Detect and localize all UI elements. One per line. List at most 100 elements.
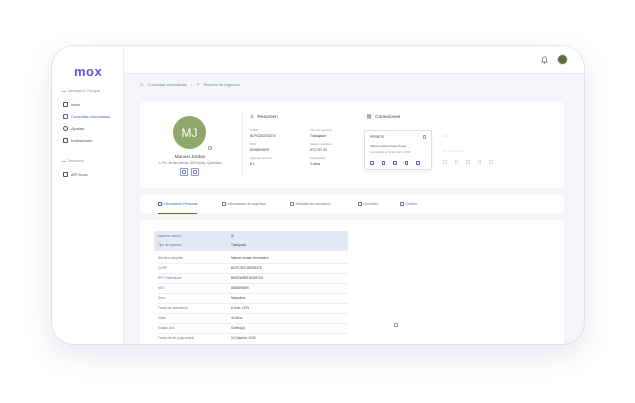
- table-row: Fecha de últ. pago actual 10 Octubre, 20…: [158, 334, 348, 342]
- conexiones-title: Conexiones: [375, 115, 401, 120]
- field-value: $73,767.00: [310, 147, 327, 152]
- trend-icon: [454, 160, 458, 164]
- field-label: Salario mensual: [310, 142, 332, 146]
- row-value: Trabajador: [231, 243, 247, 247]
- field-value: BLPS230378376: [250, 133, 276, 138]
- bell-icon[interactable]: [541, 56, 548, 64]
- card-icon: [400, 202, 404, 206]
- table-row: RFC Homoclave BMS2WR5TMVBE705: [158, 274, 348, 282]
- row-divider: [158, 312, 348, 313]
- sidebar-item-label: Invitaciones: [71, 138, 93, 143]
- view-profile-button[interactable]: [180, 168, 188, 176]
- tab-historial-cotizacion[interactable]: Historial de cotización: [290, 194, 330, 214]
- connection-name: SAT: [443, 134, 450, 138]
- table-row: Fecha de nacimiento 8 Julio, 1979: [158, 304, 348, 312]
- tab-credito[interactable]: Crédito: [400, 194, 417, 214]
- user-avatar[interactable]: [557, 54, 568, 65]
- users-icon: [63, 138, 68, 143]
- row-value: BMS2WR5TMVBE705: [231, 276, 264, 280]
- person-icon[interactable]: [370, 161, 374, 165]
- row-divider: [158, 282, 348, 283]
- connection-card-inactive[interactable]: SAT Sin conexión aún: [438, 130, 504, 170]
- dollar-icon[interactable]: [393, 161, 397, 165]
- building-icon[interactable]: [404, 161, 408, 165]
- field-nss: NSS 8006893699: [250, 142, 269, 152]
- tab-informacion-ingresos[interactable]: Información de Ingresos: [222, 194, 266, 214]
- sidebar-item-ajustes[interactable]: Ajustes: [61, 124, 119, 133]
- field-value: 2 años: [310, 161, 321, 166]
- row-key: RFC Homoclave: [158, 276, 182, 280]
- app-logo[interactable]: mox: [74, 64, 102, 79]
- back-icon[interactable]: ◷: [140, 82, 144, 87]
- field-curp: CURP BLPS230378376: [250, 128, 276, 138]
- personal-info-card: Ingresos activos Si Tipo de ingresos Tra…: [140, 220, 564, 344]
- row-divider: [158, 302, 348, 303]
- connection-actions: [370, 161, 420, 165]
- field-value: Trabajador: [310, 133, 327, 138]
- tab-label: Crédito: [405, 202, 418, 206]
- tab-label: Domicilio: [363, 202, 379, 206]
- field-tipo-ingresos: Tipo de ingresos Trabajador: [310, 128, 332, 138]
- connection-name: PERIETE: [370, 135, 385, 139]
- edit-icon[interactable]: [422, 135, 426, 139]
- table-row: Nombre completo Manuel Jordan Hernandez: [158, 254, 348, 262]
- profile-avatar: MJ: [173, 116, 206, 149]
- field-antiguedad: Antigüedad 2 años: [310, 156, 325, 166]
- chart-icon: [489, 160, 493, 164]
- row-divider: [158, 272, 348, 273]
- person-icon: [158, 202, 162, 206]
- sidebar-section-nav: Navegación Principal: [62, 89, 100, 93]
- dash-icon: [62, 160, 66, 162]
- dash-icon: [62, 90, 66, 92]
- sidebar: mox Navegación Principal Inicio Consulta…: [52, 46, 124, 344]
- sidebar-item-label: Inicio: [71, 102, 81, 107]
- table-row: NSS 8006893699: [158, 284, 348, 292]
- info-icon[interactable]: [208, 146, 212, 150]
- breadcrumb-current: Reporte de ingresos: [203, 82, 240, 87]
- chart-icon[interactable]: [416, 161, 420, 165]
- building-icon: [477, 160, 481, 164]
- home-icon: [358, 202, 362, 206]
- row-value: Manuel Jordan Hernandez: [231, 256, 269, 260]
- sidebar-item-invitaciones[interactable]: Invitaciones: [61, 136, 119, 145]
- field-label: CURP: [250, 128, 259, 132]
- trend-icon[interactable]: [381, 161, 385, 165]
- resumen-heading: ♙ Resumen: [250, 115, 278, 120]
- link-icon: ⛓: [366, 115, 373, 120]
- download-profile-button[interactable]: [191, 168, 199, 176]
- code-icon: [63, 172, 68, 177]
- app-window: mox Navegación Principal Inicio Consulta…: [52, 46, 584, 344]
- dollar-icon: [466, 160, 470, 164]
- row-value: Masculino: [231, 296, 246, 300]
- row-key: Fecha de nacimiento: [158, 306, 188, 310]
- table-row: Ingresos activos Si: [158, 232, 348, 240]
- resumen-title: Resumen: [257, 115, 278, 120]
- row-value: 8006893699: [231, 286, 249, 290]
- row-key: Ingresos activos: [158, 234, 182, 238]
- connection-actions: [443, 160, 493, 164]
- sidebar-section-label: Desarrollo: [68, 159, 84, 163]
- copy-icon[interactable]: [394, 323, 398, 327]
- field-label: Ingresos activos: [250, 156, 272, 160]
- row-key: Nombre completo: [158, 256, 184, 260]
- connection-card-active[interactable]: PERIETE Ultima revisión hace 8 mes Consu…: [364, 130, 432, 170]
- conexiones-heading: ⛓ Conexiones: [366, 115, 400, 120]
- sidebar-item-label: Ajustes: [71, 126, 85, 131]
- field-salario: Salario mensual $73,767.00: [310, 142, 332, 152]
- field-label: Antigüedad: [310, 156, 326, 160]
- connection-status: Ultima revisión hace 8 mes: [370, 144, 407, 148]
- tab-informacion-personal[interactable]: Información Personal: [158, 194, 198, 214]
- sidebar-item-inicio[interactable]: Inicio: [61, 100, 119, 109]
- tab-label: Información Personal: [163, 202, 198, 206]
- row-key: NSS: [158, 286, 165, 290]
- tab-domicilio[interactable]: Domicilio: [358, 194, 378, 214]
- chevron-right-icon: ›: [190, 82, 193, 87]
- sidebar-item-api-docs[interactable]: API Docs: [61, 170, 119, 179]
- download-icon: [193, 170, 197, 174]
- sidebar-section-dev: Desarrollo: [62, 159, 83, 163]
- person-icon: [443, 160, 447, 164]
- sidebar-item-consultas[interactable]: Consultas conectadas: [61, 112, 119, 121]
- breadcrumb-parent[interactable]: Consultas conectadas: [148, 82, 187, 87]
- sidebar-item-label: API Docs: [71, 172, 88, 177]
- topbar: [124, 46, 584, 74]
